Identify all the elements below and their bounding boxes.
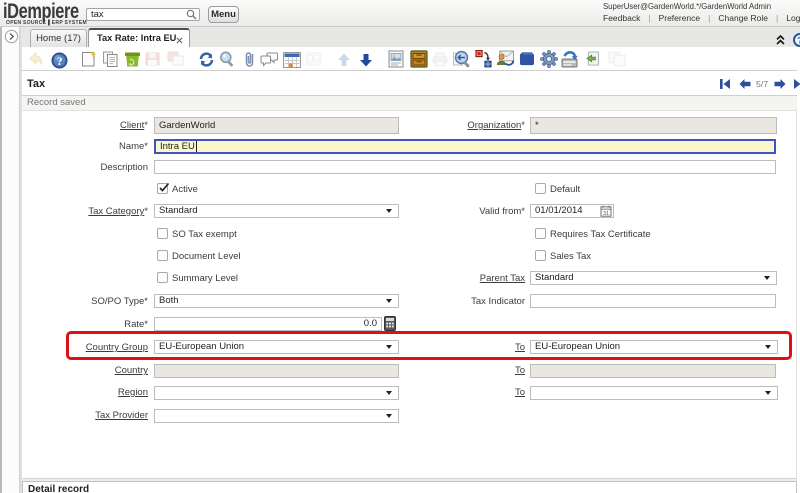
svg-text:31: 31 <box>603 211 609 217</box>
svg-text:?: ? <box>57 56 63 68</box>
